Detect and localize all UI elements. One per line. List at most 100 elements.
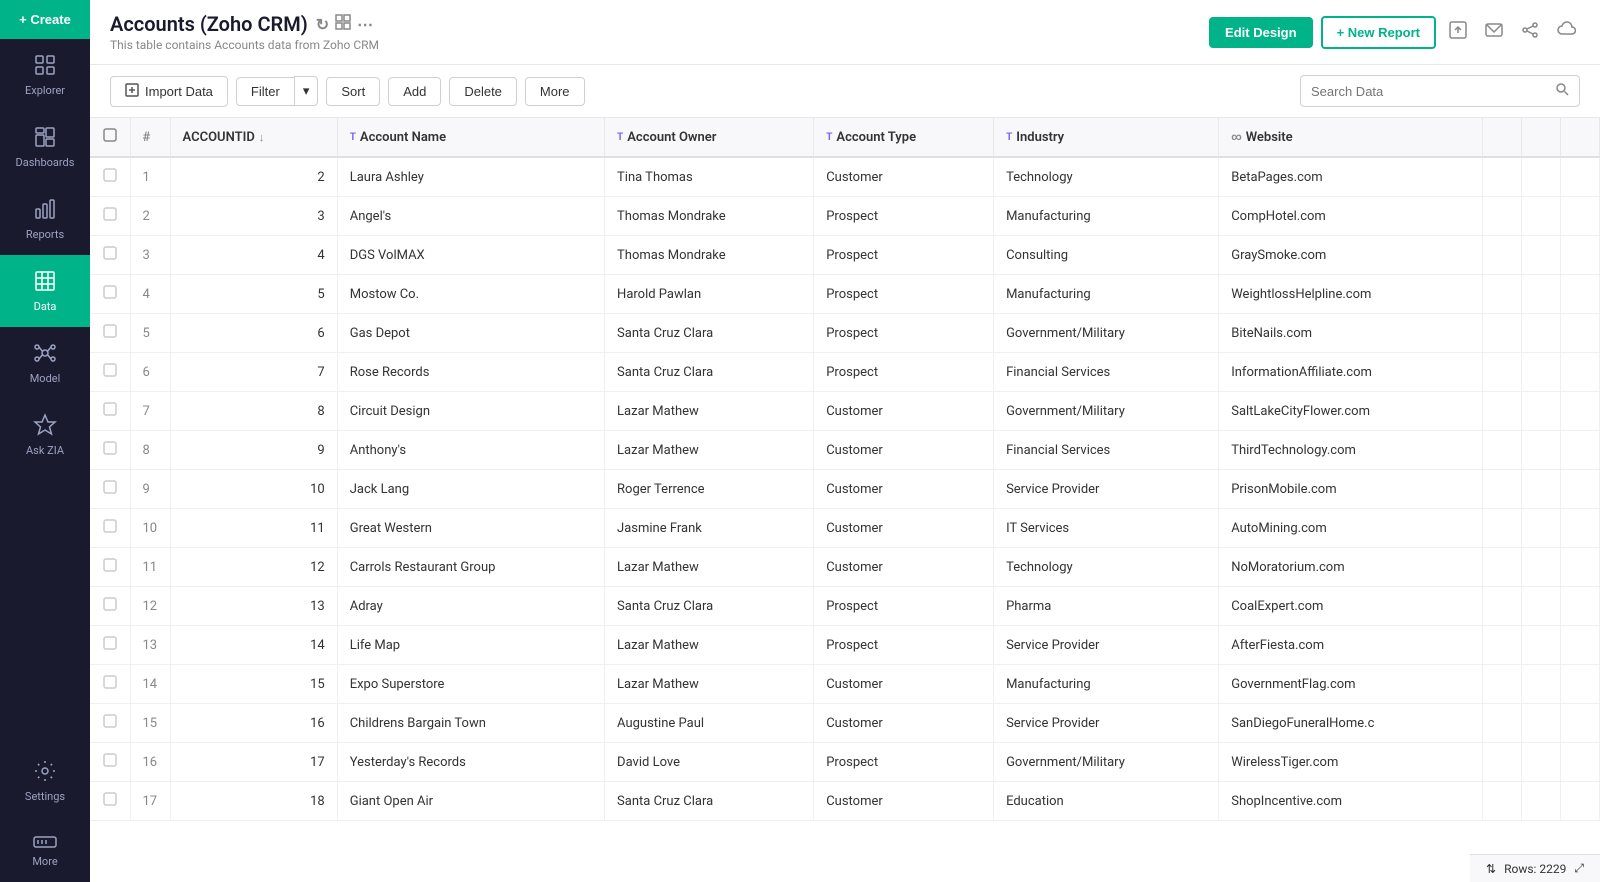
cell-extra3	[1560, 587, 1599, 626]
toolbar: Import Data Filter ▾ Sort Add Delete Mor…	[90, 65, 1600, 118]
search-icon	[1555, 82, 1569, 100]
search-input[interactable]	[1311, 84, 1547, 99]
cell-extra3	[1560, 626, 1599, 665]
cell-account-id: 18	[170, 782, 337, 821]
expand-icon: ⤢	[1574, 861, 1584, 876]
cell-account-owner: Lazar Mathew	[605, 392, 814, 431]
cell-extra3	[1560, 353, 1599, 392]
grid-icon[interactable]	[335, 14, 351, 34]
th-account-owner-label: Account Owner	[627, 130, 716, 145]
sidebar-item-reports[interactable]: Reports	[0, 183, 90, 255]
cell-account-type: Customer	[814, 470, 994, 509]
cell-checkbox[interactable]	[90, 353, 130, 392]
cell-website: BiteNails.com	[1219, 314, 1482, 353]
cell-row-num: 9	[130, 470, 170, 509]
cell-industry: Financial Services	[994, 431, 1219, 470]
table-row: 2 3 Angel's Thomas Mondrake Prospect Man…	[90, 197, 1600, 236]
cell-checkbox[interactable]	[90, 509, 130, 548]
edit-design-button[interactable]: Edit Design	[1209, 17, 1313, 48]
th-account-owner[interactable]: T Account Owner	[605, 118, 814, 157]
cell-checkbox[interactable]	[90, 587, 130, 626]
cell-industry: Manufacturing	[994, 197, 1219, 236]
sidebar-item-settings[interactable]: Settings	[0, 745, 90, 817]
search-box[interactable]	[1300, 75, 1580, 107]
cloud-icon[interactable]	[1552, 16, 1580, 49]
sidebar-item-explorer[interactable]: Explorer	[0, 39, 90, 111]
sidebar-item-model[interactable]: Model	[0, 327, 90, 399]
th-type-account-owner: T	[617, 132, 623, 143]
sidebar-item-data[interactable]: Data	[0, 255, 90, 327]
data-table-container[interactable]: # ACCOUNTID ↓ T Account Name	[90, 118, 1600, 882]
cell-checkbox[interactable]	[90, 236, 130, 275]
cell-website: CompHotel.com	[1219, 197, 1482, 236]
filter-button[interactable]: Filter	[236, 77, 294, 106]
cell-extra3	[1560, 197, 1599, 236]
cell-checkbox[interactable]	[90, 548, 130, 587]
sidebar-item-dashboards[interactable]: Dashboards	[0, 111, 90, 183]
cell-checkbox[interactable]	[90, 782, 130, 821]
delete-button[interactable]: Delete	[449, 77, 517, 106]
th-account-name[interactable]: T Account Name	[337, 118, 604, 157]
data-icon	[33, 269, 57, 296]
th-account-name-label: Account Name	[360, 130, 446, 145]
row-count: Rows: 2229	[1504, 862, 1566, 876]
table-header: # ACCOUNTID ↓ T Account Name	[90, 118, 1600, 157]
th-account-type[interactable]: T Account Type	[814, 118, 994, 157]
table-row: 5 6 Gas Depot Santa Cruz Clara Prospect …	[90, 314, 1600, 353]
cell-account-name: Jack Lang	[337, 470, 604, 509]
cell-checkbox[interactable]	[90, 157, 130, 197]
cell-checkbox[interactable]	[90, 665, 130, 704]
cell-account-owner: Santa Cruz Clara	[605, 587, 814, 626]
cell-checkbox[interactable]	[90, 431, 130, 470]
cell-checkbox[interactable]	[90, 314, 130, 353]
table-row: 10 11 Great Western Jasmine Frank Custom…	[90, 509, 1600, 548]
cell-account-id: 15	[170, 665, 337, 704]
sort-button[interactable]: Sort	[326, 77, 380, 106]
filter-dropdown-button[interactable]: ▾	[294, 76, 319, 106]
add-button[interactable]: Add	[388, 77, 441, 106]
cell-checkbox[interactable]	[90, 470, 130, 509]
cell-checkbox[interactable]	[90, 743, 130, 782]
th-industry-label: Industry	[1016, 130, 1064, 145]
ellipsis-icon[interactable]: ⋯	[357, 15, 373, 34]
cell-checkbox[interactable]	[90, 275, 130, 314]
cell-extra3	[1560, 782, 1599, 821]
th-account-id[interactable]: ACCOUNTID ↓	[170, 118, 337, 157]
table-row: 3 4 DGS VolMAX Thomas Mondrake Prospect …	[90, 236, 1600, 275]
refresh-icon[interactable]: ↻	[316, 15, 329, 34]
cell-extra3	[1560, 157, 1599, 197]
cell-account-name: Expo Superstore	[337, 665, 604, 704]
table-row: 7 8 Circuit Design Lazar Mathew Customer…	[90, 392, 1600, 431]
table-row: 15 16 Childrens Bargain Town Augustine P…	[90, 704, 1600, 743]
cell-extra3	[1560, 665, 1599, 704]
cell-industry: Consulting	[994, 236, 1219, 275]
cell-extra1	[1482, 157, 1521, 197]
cell-extra3	[1560, 275, 1599, 314]
cell-checkbox[interactable]	[90, 626, 130, 665]
cell-checkbox[interactable]	[90, 704, 130, 743]
cell-checkbox[interactable]	[90, 392, 130, 431]
create-button[interactable]: + Create	[0, 0, 90, 39]
sidebar-item-more[interactable]: More	[0, 817, 90, 882]
cell-industry: Service Provider	[994, 704, 1219, 743]
cell-account-id: 2	[170, 157, 337, 197]
new-report-button[interactable]: + New Report	[1321, 16, 1436, 49]
email-icon[interactable]	[1480, 16, 1508, 49]
th-website[interactable]: ∞ Website	[1219, 118, 1482, 157]
cell-checkbox[interactable]	[90, 197, 130, 236]
settings-icon	[33, 759, 57, 786]
sort-icon-account-id[interactable]: ↓	[259, 131, 265, 144]
th-industry[interactable]: T Industry	[994, 118, 1219, 157]
cell-account-owner: Harold Pawlan	[605, 275, 814, 314]
sidebar-item-ask-zia[interactable]: Ask ZIA	[0, 399, 90, 471]
table-row: 16 17 Yesterday's Records David Love Pro…	[90, 743, 1600, 782]
th-extra2	[1521, 118, 1560, 157]
share-icon[interactable]	[1516, 16, 1544, 49]
export-icon[interactable]	[1444, 16, 1472, 49]
main-content: Accounts (Zoho CRM) ↻ ⋯ This table conta…	[90, 0, 1600, 882]
cell-account-name: Rose Records	[337, 353, 604, 392]
table-row: 12 13 Adray Santa Cruz Clara Prospect Ph…	[90, 587, 1600, 626]
more-toolbar-button[interactable]: More	[525, 77, 585, 106]
import-data-button[interactable]: Import Data	[110, 76, 228, 107]
cell-industry: Pharma	[994, 587, 1219, 626]
